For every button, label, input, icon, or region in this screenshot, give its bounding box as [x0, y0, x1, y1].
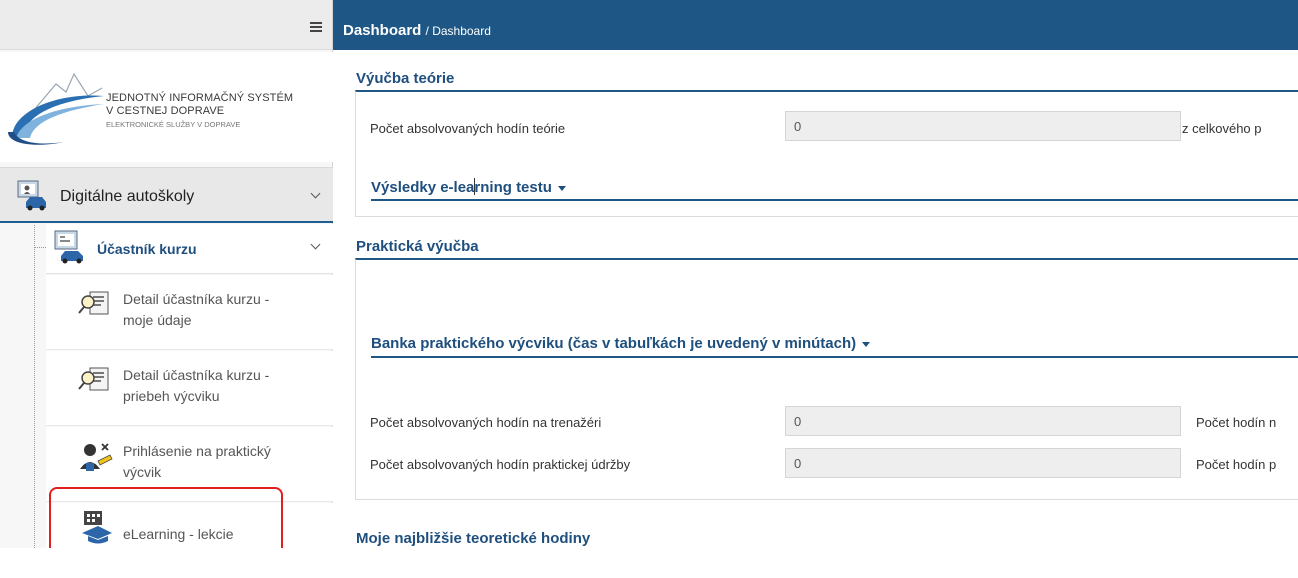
theory-hours-field[interactable]: 0	[785, 111, 1181, 141]
logo: JEDNOTNÝ INFORMAČNÝ SYSTÉM V CESTNEJ DOP…	[0, 52, 333, 162]
theory-hours-total-label: z celkového p	[1182, 121, 1262, 136]
section-rule	[371, 356, 1298, 358]
page-title: Dashboard / Dashboard	[343, 22, 491, 39]
caret-down-icon	[862, 341, 871, 347]
chevron-down-icon	[310, 239, 321, 250]
hamburger-menu-icon[interactable]	[310, 22, 322, 32]
simulator-hours-label: Počet absolvovaných hodín na trenažéri	[370, 415, 602, 430]
simulator-hours-total-label: Počet hodín n	[1196, 415, 1277, 430]
tree-connector	[34, 225, 35, 548]
main-content: Výučba teórie Počet absolvovaných hodín …	[333, 50, 1298, 548]
document-search-icon	[78, 291, 109, 315]
top-bar: Dashboard / Dashboard	[333, 0, 1298, 50]
simulator-hours-field[interactable]: 0	[785, 406, 1181, 436]
label-line: Detail účastníka kurzu -	[123, 367, 270, 383]
practice-bank-title: Banka praktického výcviku (čas v tabuľká…	[371, 335, 857, 352]
menu-course-participant-label: Účastník kurzu	[97, 241, 197, 257]
caret-down-icon	[557, 185, 566, 191]
logo-line-1: JEDNOTNÝ INFORMAČNÝ SYSTÉM	[106, 92, 294, 104]
theory-section-title: Výučba teórie	[356, 70, 455, 87]
label-line: výcvik	[123, 464, 162, 480]
logo-swoosh-icon	[8, 72, 104, 145]
maintenance-hours-label: Počet absolvovaných hodín praktickej údr…	[370, 457, 631, 472]
chevron-down-icon	[310, 188, 321, 199]
elearning-results-title: rning testu	[474, 179, 552, 196]
maintenance-hours-total-label: Počet hodín p	[1196, 457, 1277, 472]
user-signup-icon	[80, 443, 113, 471]
maintenance-hours-field[interactable]: 0	[785, 448, 1181, 478]
driving-school-icon	[17, 180, 46, 211]
menu-item-label: Detail účastníka kurzu - moje údaje	[123, 289, 323, 331]
breadcrumb[interactable]: / Dashboard	[426, 24, 491, 38]
page-title-text: Dashboard	[343, 22, 422, 39]
document-search-icon	[78, 367, 109, 391]
label-line: Prihlásenie na praktický	[123, 443, 271, 459]
theory-panel: Počet absolvovaných hodín teórie 0 z cel…	[355, 90, 1298, 217]
menu-item-label: Detail účastníka kurzu - priebeh výcviku	[123, 365, 323, 407]
elearning-results-title: Výsledky e-lea	[371, 179, 475, 196]
menu-item-participant-details[interactable]: Detail účastníka kurzu - moje údaje	[46, 275, 333, 350]
label-line: moje údaje	[123, 312, 192, 328]
selection-highlight	[49, 487, 283, 548]
practice-bank-toggle[interactable]: Banka praktického výcviku (čas v tabuľká…	[371, 335, 871, 352]
logo-line-3: ELEKTRONICKÉ SLUŽBY V DOPRAVE	[106, 120, 241, 129]
practice-panel: Banka praktického výcviku (čas v tabuľká…	[355, 258, 1298, 500]
theory-hours-label: Počet absolvovaných hodín teórie	[370, 121, 566, 136]
menu-course-participant[interactable]: Účastník kurzu	[46, 224, 333, 274]
elearning-results-toggle[interactable]: Výsledky e-learning testu	[371, 178, 566, 196]
sidebar: JEDNOTNÝ INFORMAČNÝ SYSTÉM V CESTNEJ DOP…	[0, 0, 333, 578]
section-rule	[371, 199, 1298, 201]
upcoming-theory-title: Moje najbližšie teoretické hodiny	[356, 530, 591, 547]
label-line: Detail účastníka kurzu -	[123, 291, 270, 307]
course-participant-icon	[54, 230, 83, 264]
logo-text: JEDNOTNÝ INFORMAČNÝ SYSTÉM V CESTNEJ DOP…	[106, 92, 293, 131]
menu-digital-driving-schools-label: Digitálne autoškoly	[60, 188, 195, 205]
menu-digital-driving-schools[interactable]: Digitálne autoškoly	[0, 167, 333, 223]
practice-section-title: Praktická výučba	[356, 238, 479, 255]
sidebar-toolbar	[0, 0, 332, 50]
label-line: priebeh výcviku	[123, 388, 220, 404]
menu-item-training-progress[interactable]: Detail účastníka kurzu - priebeh výcviku	[46, 351, 333, 426]
menu-item-label: Prihlásenie na praktický výcvik	[123, 441, 323, 483]
logo-line-2: V CESTNEJ DOPRAVE	[106, 105, 225, 117]
